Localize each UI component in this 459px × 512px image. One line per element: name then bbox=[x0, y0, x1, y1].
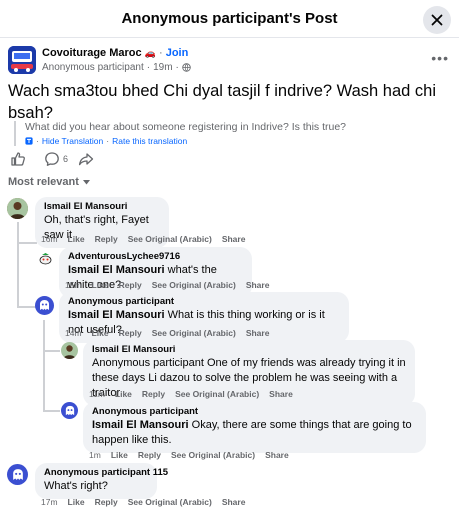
reddit-style-avatar-icon bbox=[39, 253, 52, 265]
close-icon bbox=[431, 14, 443, 26]
comment-sort-dropdown[interactable]: Most relevant bbox=[8, 176, 90, 188]
hide-translation-link[interactable]: Hide Translation bbox=[42, 136, 103, 146]
share-link[interactable]: Share bbox=[246, 280, 270, 290]
mention-tag[interactable]: Ismail El Mansouri bbox=[92, 419, 189, 431]
comment-time[interactable]: 11m bbox=[89, 389, 105, 399]
comment-bubble: Anonymous participant Ismail El Mansouri… bbox=[83, 402, 426, 453]
globe-icon bbox=[182, 63, 191, 72]
like-link[interactable]: Like bbox=[68, 234, 85, 244]
thread-line bbox=[17, 306, 37, 308]
avatar[interactable] bbox=[35, 296, 54, 315]
comment-time[interactable]: 1m bbox=[89, 450, 101, 460]
comment-time[interactable]: 14m bbox=[65, 328, 82, 338]
comment-meta: 14m Like Reply See Original (Arabic) Sha… bbox=[65, 328, 269, 338]
mention-tag[interactable]: Ismail El Mansouri bbox=[68, 264, 165, 276]
comment-author[interactable]: Anonymous participant bbox=[68, 296, 340, 308]
thread-line bbox=[43, 410, 60, 412]
comment-time[interactable]: 15m bbox=[65, 280, 82, 290]
comment-author[interactable]: Anonymous participant bbox=[92, 406, 417, 418]
like-icon[interactable] bbox=[10, 151, 26, 167]
reply-link[interactable]: Reply bbox=[142, 389, 165, 399]
car-emoji-icon: 🚗 bbox=[144, 48, 156, 58]
reply-link[interactable]: Reply bbox=[95, 497, 118, 507]
comment-icon[interactable] bbox=[44, 151, 60, 167]
reply-link[interactable]: Reply bbox=[119, 328, 142, 338]
reply-link[interactable]: Reply bbox=[138, 450, 161, 460]
share-icon[interactable] bbox=[78, 151, 94, 167]
thread-line bbox=[17, 242, 37, 244]
group-logo-icon bbox=[8, 46, 36, 74]
chevron-down-icon bbox=[82, 179, 90, 184]
comment-meta: 16m Like Reply See Original (Arabic) Sha… bbox=[41, 234, 245, 244]
avatar[interactable] bbox=[7, 464, 28, 485]
avatar[interactable] bbox=[61, 402, 78, 419]
dialog-title: Anonymous participant's Post bbox=[121, 10, 338, 27]
see-original-link[interactable]: See Original (Arabic) bbox=[152, 328, 236, 338]
anonymous-icon bbox=[65, 405, 74, 415]
comment-meta: 17m Like Reply See Original (Arabic) Sha… bbox=[41, 497, 245, 507]
close-button[interactable] bbox=[423, 6, 451, 34]
user-photo-icon bbox=[7, 198, 28, 219]
join-link[interactable]: Join bbox=[166, 47, 189, 59]
like-link[interactable]: Like bbox=[115, 389, 132, 399]
comment-time[interactable]: 16m bbox=[41, 234, 58, 244]
comment-time[interactable]: 17m bbox=[41, 497, 58, 507]
translate-icon bbox=[25, 137, 33, 145]
comment-author[interactable]: AdventurousLychee9716 bbox=[68, 251, 243, 263]
share-link[interactable]: Share bbox=[246, 328, 270, 338]
avatar[interactable] bbox=[7, 198, 28, 219]
share-link[interactable]: Share bbox=[222, 497, 246, 507]
see-original-link[interactable]: See Original (Arabic) bbox=[171, 450, 255, 460]
post-dialog-header: Anonymous participant's Post bbox=[0, 0, 459, 38]
post-text: Wach sma3tou bhed Chi dyal tasjil f indr… bbox=[8, 82, 436, 122]
avatar[interactable] bbox=[38, 251, 53, 266]
post-header: Covoiturage Maroc 🚗 · Join Anonymous par… bbox=[8, 46, 451, 76]
share-link[interactable]: Share bbox=[222, 234, 246, 244]
post-time[interactable]: 19m bbox=[153, 62, 172, 73]
comment-author[interactable]: Ismail El Mansouri bbox=[92, 344, 406, 356]
comment-text: What's right? bbox=[44, 480, 108, 492]
reply-link[interactable]: Reply bbox=[95, 234, 118, 244]
see-original-link[interactable]: See Original (Arabic) bbox=[128, 497, 212, 507]
thread-line bbox=[43, 350, 60, 352]
comment-bubble: Anonymous participant 115 What's right? bbox=[35, 463, 168, 499]
translation-text: What did you hear about someone register… bbox=[25, 121, 347, 133]
sort-label: Most relevant bbox=[8, 176, 79, 188]
post-author[interactable]: Anonymous participant bbox=[42, 62, 144, 73]
group-name[interactable]: Covoiturage Maroc bbox=[42, 47, 142, 59]
share-link[interactable]: Share bbox=[265, 450, 289, 460]
user-photo-icon bbox=[61, 342, 78, 359]
like-link[interactable]: Like bbox=[92, 280, 109, 290]
like-link[interactable]: Like bbox=[111, 450, 128, 460]
comment-bubble: AdventurousLychee9716 Ismail El Mansouri… bbox=[59, 247, 252, 298]
post-actions: 6 bbox=[10, 150, 94, 168]
group-avatar[interactable] bbox=[8, 46, 36, 74]
mention-tag[interactable]: Ismail El Mansouri bbox=[68, 309, 165, 321]
share-link[interactable]: Share bbox=[269, 389, 293, 399]
more-dots-icon: ••• bbox=[431, 50, 449, 66]
anonymous-icon bbox=[12, 468, 23, 480]
translation-block: What did you hear about someone register… bbox=[14, 121, 444, 146]
see-original-link[interactable]: See Original (Arabic) bbox=[128, 234, 212, 244]
thread-line bbox=[43, 320, 45, 412]
more-options-button[interactable]: ••• bbox=[431, 50, 449, 66]
like-link[interactable]: Like bbox=[68, 497, 85, 507]
comment-meta: 15m Like Reply See Original (Arabic) Sha… bbox=[65, 280, 269, 290]
comment-author[interactable]: Ismail El Mansouri bbox=[44, 201, 160, 213]
separator: · bbox=[158, 47, 166, 59]
comment-meta: 11m Like Reply See Original (Arabic) Sha… bbox=[89, 389, 293, 399]
see-original-link[interactable]: See Original (Arabic) bbox=[175, 389, 259, 399]
reply-link[interactable]: Reply bbox=[119, 280, 142, 290]
see-original-link[interactable]: See Original (Arabic) bbox=[152, 280, 236, 290]
post-meta: Anonymous participant · 19m · bbox=[42, 62, 191, 73]
like-link[interactable]: Like bbox=[92, 328, 109, 338]
avatar[interactable] bbox=[61, 342, 78, 359]
anonymous-icon bbox=[40, 300, 49, 310]
comment-count: 6 bbox=[63, 154, 69, 164]
comment-meta: 1m Like Reply See Original (Arabic) Shar… bbox=[89, 450, 289, 460]
thread-line bbox=[17, 222, 19, 308]
comment-author[interactable]: Anonymous participant 115 bbox=[44, 467, 168, 479]
rate-translation-link[interactable]: Rate this translation bbox=[112, 136, 187, 146]
